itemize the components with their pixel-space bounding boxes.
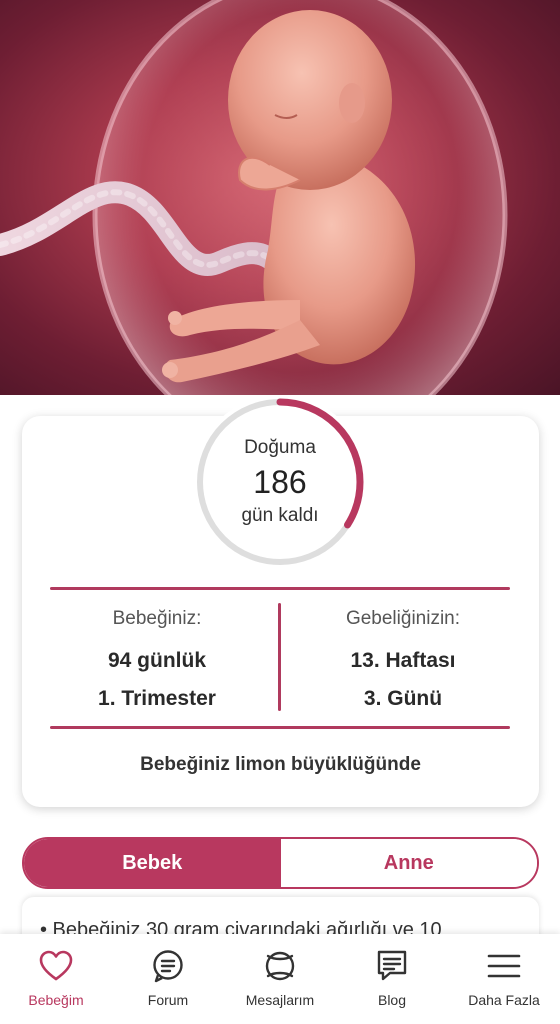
- baby-mother-toggle: Bebek Anne: [22, 837, 539, 889]
- nav-mesajlarim[interactable]: Mesajlarım: [224, 934, 336, 1024]
- divider-bottom: [50, 726, 510, 729]
- nav-forum[interactable]: Forum: [112, 934, 224, 1024]
- nav-bebegim[interactable]: Bebeğim: [0, 934, 112, 1024]
- divider-top: [50, 587, 510, 590]
- divider-vertical: [278, 603, 281, 711]
- fetus-illustration: [0, 0, 560, 395]
- countdown-days: 186: [253, 464, 307, 500]
- pregnancy-info: Gebeliğinizin: 13. Haftası 3. Günü: [288, 607, 518, 713]
- blog-icon: [377, 950, 407, 981]
- tab-bebek[interactable]: Bebek: [24, 839, 281, 887]
- countdown-label-top: Doğuma: [244, 437, 316, 458]
- nav-label-bebegim: Bebeğim: [28, 992, 84, 1008]
- baby-info: Bebeğiniz: 94 günlük 1. Trimester: [42, 607, 272, 713]
- countdown-label-bottom: gün kaldı: [241, 505, 319, 526]
- bottom-navigation: Bebeğim Forum Mesajlarım Blog Daha Fazla: [0, 934, 560, 1024]
- baby-size-text: Bebeğiniz limon büyüklüğünde: [140, 754, 421, 775]
- countdown-text: Doğuma 186 gün kaldı: [193, 395, 367, 569]
- menu-icon: [487, 954, 521, 978]
- fetus-image: [0, 0, 508, 395]
- tab-anne[interactable]: Anne: [280, 839, 537, 887]
- pregnancy-day: 3. Günü: [363, 687, 443, 710]
- baby-trimester: 1. Trimester: [98, 687, 216, 710]
- baby-info-heading: Bebeğiniz:: [112, 608, 202, 629]
- pregnancy-info-heading: Gebeliğinizin:: [345, 608, 461, 629]
- nav-label-mesajlarim: Mesajlarım: [245, 992, 315, 1008]
- countdown-ring: Doğuma 186 gün kaldı: [193, 395, 367, 569]
- nav-label-forum: Forum: [147, 992, 189, 1008]
- app-screen: Doğuma 186 gün kaldı Bebeğiniz: 94 günlü…: [0, 0, 560, 1024]
- nav-blog[interactable]: Blog: [336, 934, 448, 1024]
- forum-icon: [153, 950, 183, 983]
- heart-icon: [39, 950, 73, 981]
- pregnancy-week: 13. Haftası: [350, 649, 456, 672]
- messages-icon: [265, 951, 295, 981]
- nav-label-blog: Blog: [377, 992, 407, 1008]
- nav-daha-fazla[interactable]: Daha Fazla: [448, 934, 560, 1024]
- nav-label-daha-fazla: Daha Fazla: [468, 992, 540, 1008]
- baby-age: 94 günlük: [107, 649, 207, 672]
